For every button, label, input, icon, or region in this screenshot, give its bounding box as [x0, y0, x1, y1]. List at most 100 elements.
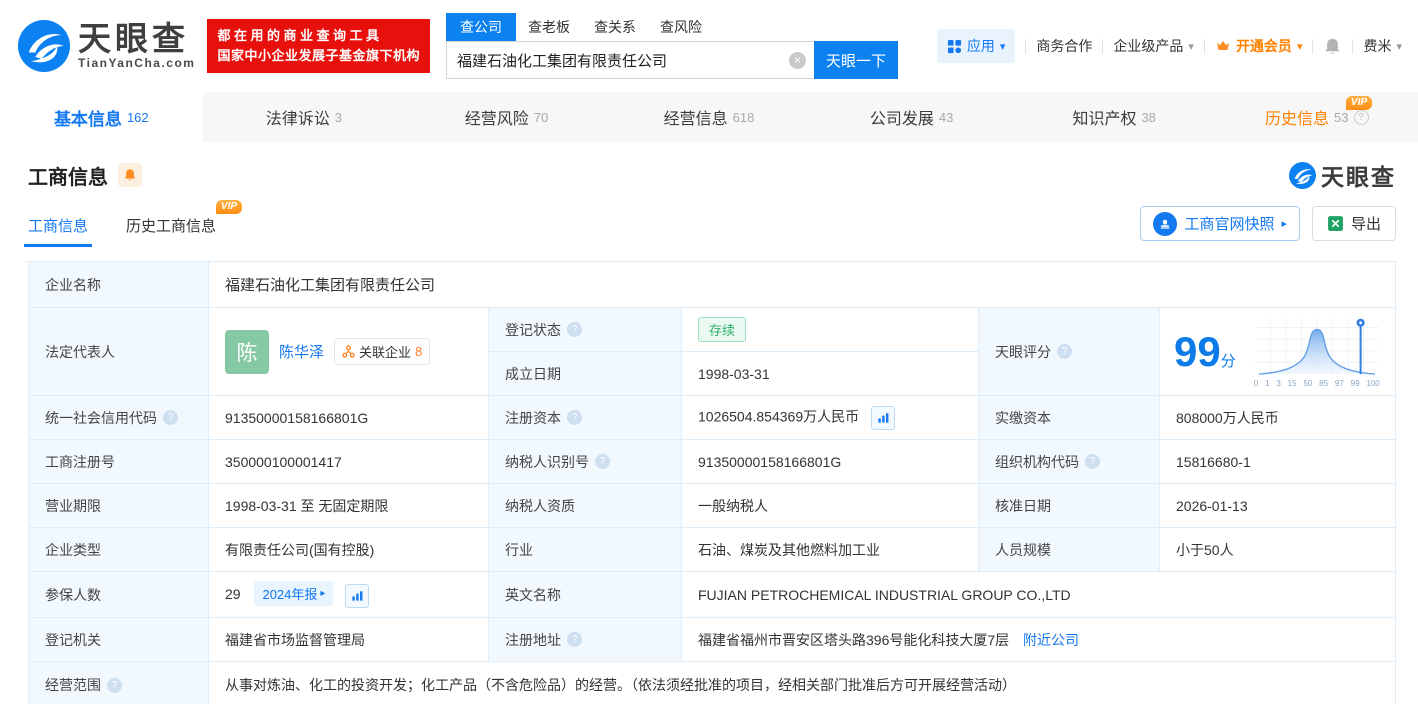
- business-info-table: 企业名称 福建石油化工集团有限责任公司 法定代表人 陈 陈华泽 关联企业 8 登…: [28, 261, 1396, 704]
- company-name-label: 企业名称: [28, 261, 209, 308]
- insured-label: 参保人数: [28, 571, 209, 618]
- table-row: 经营范围 ? 从事对炼油、化工的投资开发；化工产品（不含危险品）的经营。（依法须…: [28, 661, 1396, 704]
- score-cell[interactable]: 99分 0 1 3 15 50 85 97 99 100: [1159, 307, 1396, 396]
- related-companies-badge[interactable]: 关联企业 8: [334, 338, 431, 365]
- company-type-value: 有限责任公司(国有控股): [208, 527, 489, 572]
- excel-icon: [1327, 215, 1344, 232]
- help-icon[interactable]: ?: [107, 677, 122, 693]
- reg-number-value: 350000100001417: [208, 439, 489, 484]
- notification-bell-icon[interactable]: [1323, 37, 1342, 56]
- org-code-value: 15816680-1: [1159, 439, 1396, 484]
- tab-legal-proceedings[interactable]: 法律诉讼 3: [203, 92, 406, 142]
- page-title: 工商信息: [28, 166, 108, 189]
- help-icon[interactable]: ?: [1085, 454, 1100, 469]
- company-nav-tabs: 基本信息 162 法律诉讼 3 经营风险 70 经营信息 618 公司发展 43…: [0, 92, 1418, 142]
- search-button[interactable]: 天眼一下: [814, 41, 898, 79]
- table-row: 法定代表人 陈 陈华泽 关联企业 8 登记状态 ? 存续 天眼评分 ? 99分 …: [28, 307, 1396, 396]
- table-row: 参保人数 29 2024年报 ▸ 英文名称 FUJIAN PETROCHEMIC…: [28, 571, 1396, 618]
- tab-operating-risk[interactable]: 经营风险 70: [405, 92, 608, 142]
- tab-history-info[interactable]: VIP 历史信息 53 ?: [1215, 92, 1418, 142]
- official-snapshot-button[interactable]: 工商官网快照 ▸: [1140, 206, 1300, 241]
- help-icon[interactable]: ?: [567, 322, 582, 337]
- business-term-value: 1998-03-31 至 无固定期限: [208, 483, 489, 528]
- search-tab-company[interactable]: 查公司: [446, 13, 516, 41]
- english-name-value: FUJIAN PETROCHEMICAL INDUSTRIAL GROUP CO…: [681, 571, 1396, 618]
- tianyancha-logo[interactable]: 天眼查 TianYanCha.com: [18, 20, 195, 72]
- capital-trend-icon[interactable]: [871, 405, 895, 430]
- vip-badge: VIP: [1345, 96, 1373, 110]
- taxpayer-quality-label: 纳税人资质: [488, 483, 682, 528]
- subtab-business-registration[interactable]: 工商信息: [23, 215, 93, 247]
- help-icon[interactable]: ?: [567, 632, 582, 647]
- help-icon[interactable]: ?: [1353, 109, 1369, 125]
- score-label: 天眼评分 ?: [978, 307, 1160, 396]
- staff-size-value: 小于50人: [1159, 527, 1396, 572]
- cooperation-menu[interactable]: 商务合作: [1036, 36, 1092, 56]
- clear-icon[interactable]: ×: [789, 52, 806, 69]
- user-menu[interactable]: 费米 ▾: [1363, 36, 1402, 56]
- taxpayer-id-label: 纳税人识别号 ?: [488, 439, 682, 484]
- monitor-bell-icon[interactable]: [118, 163, 142, 187]
- tab-intellectual-property[interactable]: 知识产权 38: [1013, 92, 1216, 142]
- subtab-history-registration[interactable]: VIP 历史工商信息: [126, 200, 243, 247]
- caret-down-icon: ▾: [1188, 40, 1194, 53]
- paid-capital-label: 实缴资本: [978, 395, 1160, 440]
- help-icon[interactable]: ?: [1057, 344, 1072, 359]
- company-name-value: 福建石油化工集团有限责任公司: [208, 261, 1396, 308]
- scope-value: 从事对炼油、化工的投资开发；化工产品（不含危险品）的经营。（依法须经批准的项目，…: [208, 661, 1396, 704]
- english-name-label: 英文名称: [488, 571, 682, 618]
- vip-upgrade-label: 开通会员: [1235, 38, 1292, 54]
- top-menu: 应用 ▾ 商务合作 企业级产品 ▾ 开通会员 ▾ 费米 ▾: [936, 29, 1402, 63]
- company-type-label: 企业类型: [28, 527, 209, 572]
- search-tab-boss[interactable]: 查老板: [516, 13, 582, 41]
- slogan-line2: 国家中小企业发展子基金旗下机构: [217, 48, 420, 63]
- apps-label: 应用: [966, 38, 995, 54]
- table-row: 登记机关 福建省市场监督管理局 注册地址 ? 福建省福州市晋安区塔头路396号能…: [28, 617, 1396, 662]
- search-area: 查公司 查老板 查关系 查风险 × 天眼一下: [446, 13, 898, 79]
- menu-divider: [1025, 38, 1027, 54]
- score-distribution-chart: 0 1 3 15 50 85 97 99 100: [1254, 316, 1380, 388]
- establish-date-value: 1998-03-31: [681, 351, 979, 396]
- reg-capital-label: 注册资本 ?: [488, 395, 682, 440]
- insured-trend-icon[interactable]: [345, 583, 370, 608]
- annual-report-badge[interactable]: 2024年报 ▸: [254, 581, 334, 607]
- legal-rep-avatar[interactable]: 陈: [225, 329, 269, 374]
- slogan-line1: 都在用的商业查询工具: [217, 28, 383, 43]
- tianyancha-wave-icon: [1289, 161, 1316, 189]
- help-icon[interactable]: ?: [567, 410, 582, 425]
- search-input[interactable]: [446, 41, 814, 79]
- tab-business-info[interactable]: 经营信息 618: [608, 92, 811, 142]
- org-chart-icon: [342, 345, 355, 358]
- status-badge: 存续: [698, 317, 747, 342]
- stamp-icon: [1153, 211, 1178, 236]
- menu-divider: [1203, 38, 1205, 54]
- tab-basic-info[interactable]: 基本信息 162: [0, 92, 203, 142]
- enterprise-label: 企业级产品: [1113, 38, 1184, 54]
- staff-size-label: 人员规模: [978, 527, 1160, 572]
- table-row: 营业期限 1998-03-31 至 无固定期限 纳税人资质 一般纳税人 核准日期…: [28, 483, 1396, 528]
- caret-down-icon: ▾: [1296, 40, 1303, 53]
- vip-upgrade-menu[interactable]: 开通会员 ▾: [1215, 36, 1303, 56]
- table-row: 统一社会信用代码 ? 91350000158166801G 注册资本 ? 102…: [28, 395, 1396, 440]
- arrow-right-icon: ▸: [1281, 218, 1287, 230]
- insured-value: 29 2024年报 ▸: [208, 571, 489, 618]
- reg-number-label: 工商注册号: [28, 439, 209, 484]
- registry-label: 登记机关: [28, 617, 209, 662]
- establish-date-label: 成立日期: [488, 351, 682, 396]
- watermark-logo: 天眼查: [1289, 158, 1396, 192]
- help-icon[interactable]: ?: [595, 454, 610, 469]
- tab-company-development[interactable]: 公司发展 43: [810, 92, 1013, 142]
- taxpayer-quality-value: 一般纳税人: [681, 483, 979, 528]
- export-button[interactable]: 导出: [1311, 206, 1396, 241]
- scope-label: 经营范围 ?: [28, 661, 209, 704]
- apps-menu[interactable]: 应用 ▾: [936, 29, 1016, 63]
- help-icon[interactable]: ?: [163, 410, 178, 425]
- menu-divider: [1312, 38, 1314, 54]
- enterprise-menu[interactable]: 企业级产品 ▾: [1113, 36, 1194, 56]
- search-tab-relation[interactable]: 查关系: [582, 13, 648, 41]
- vip-badge: VIP: [215, 200, 243, 214]
- score-chart-ticks: 0 1 3 15 50 85 97 99 100: [1253, 378, 1380, 388]
- nearby-companies-link[interactable]: 附近公司: [1023, 632, 1079, 648]
- legal-rep-name-link[interactable]: 陈华泽: [279, 341, 324, 362]
- search-tab-risk[interactable]: 查风险: [648, 13, 714, 41]
